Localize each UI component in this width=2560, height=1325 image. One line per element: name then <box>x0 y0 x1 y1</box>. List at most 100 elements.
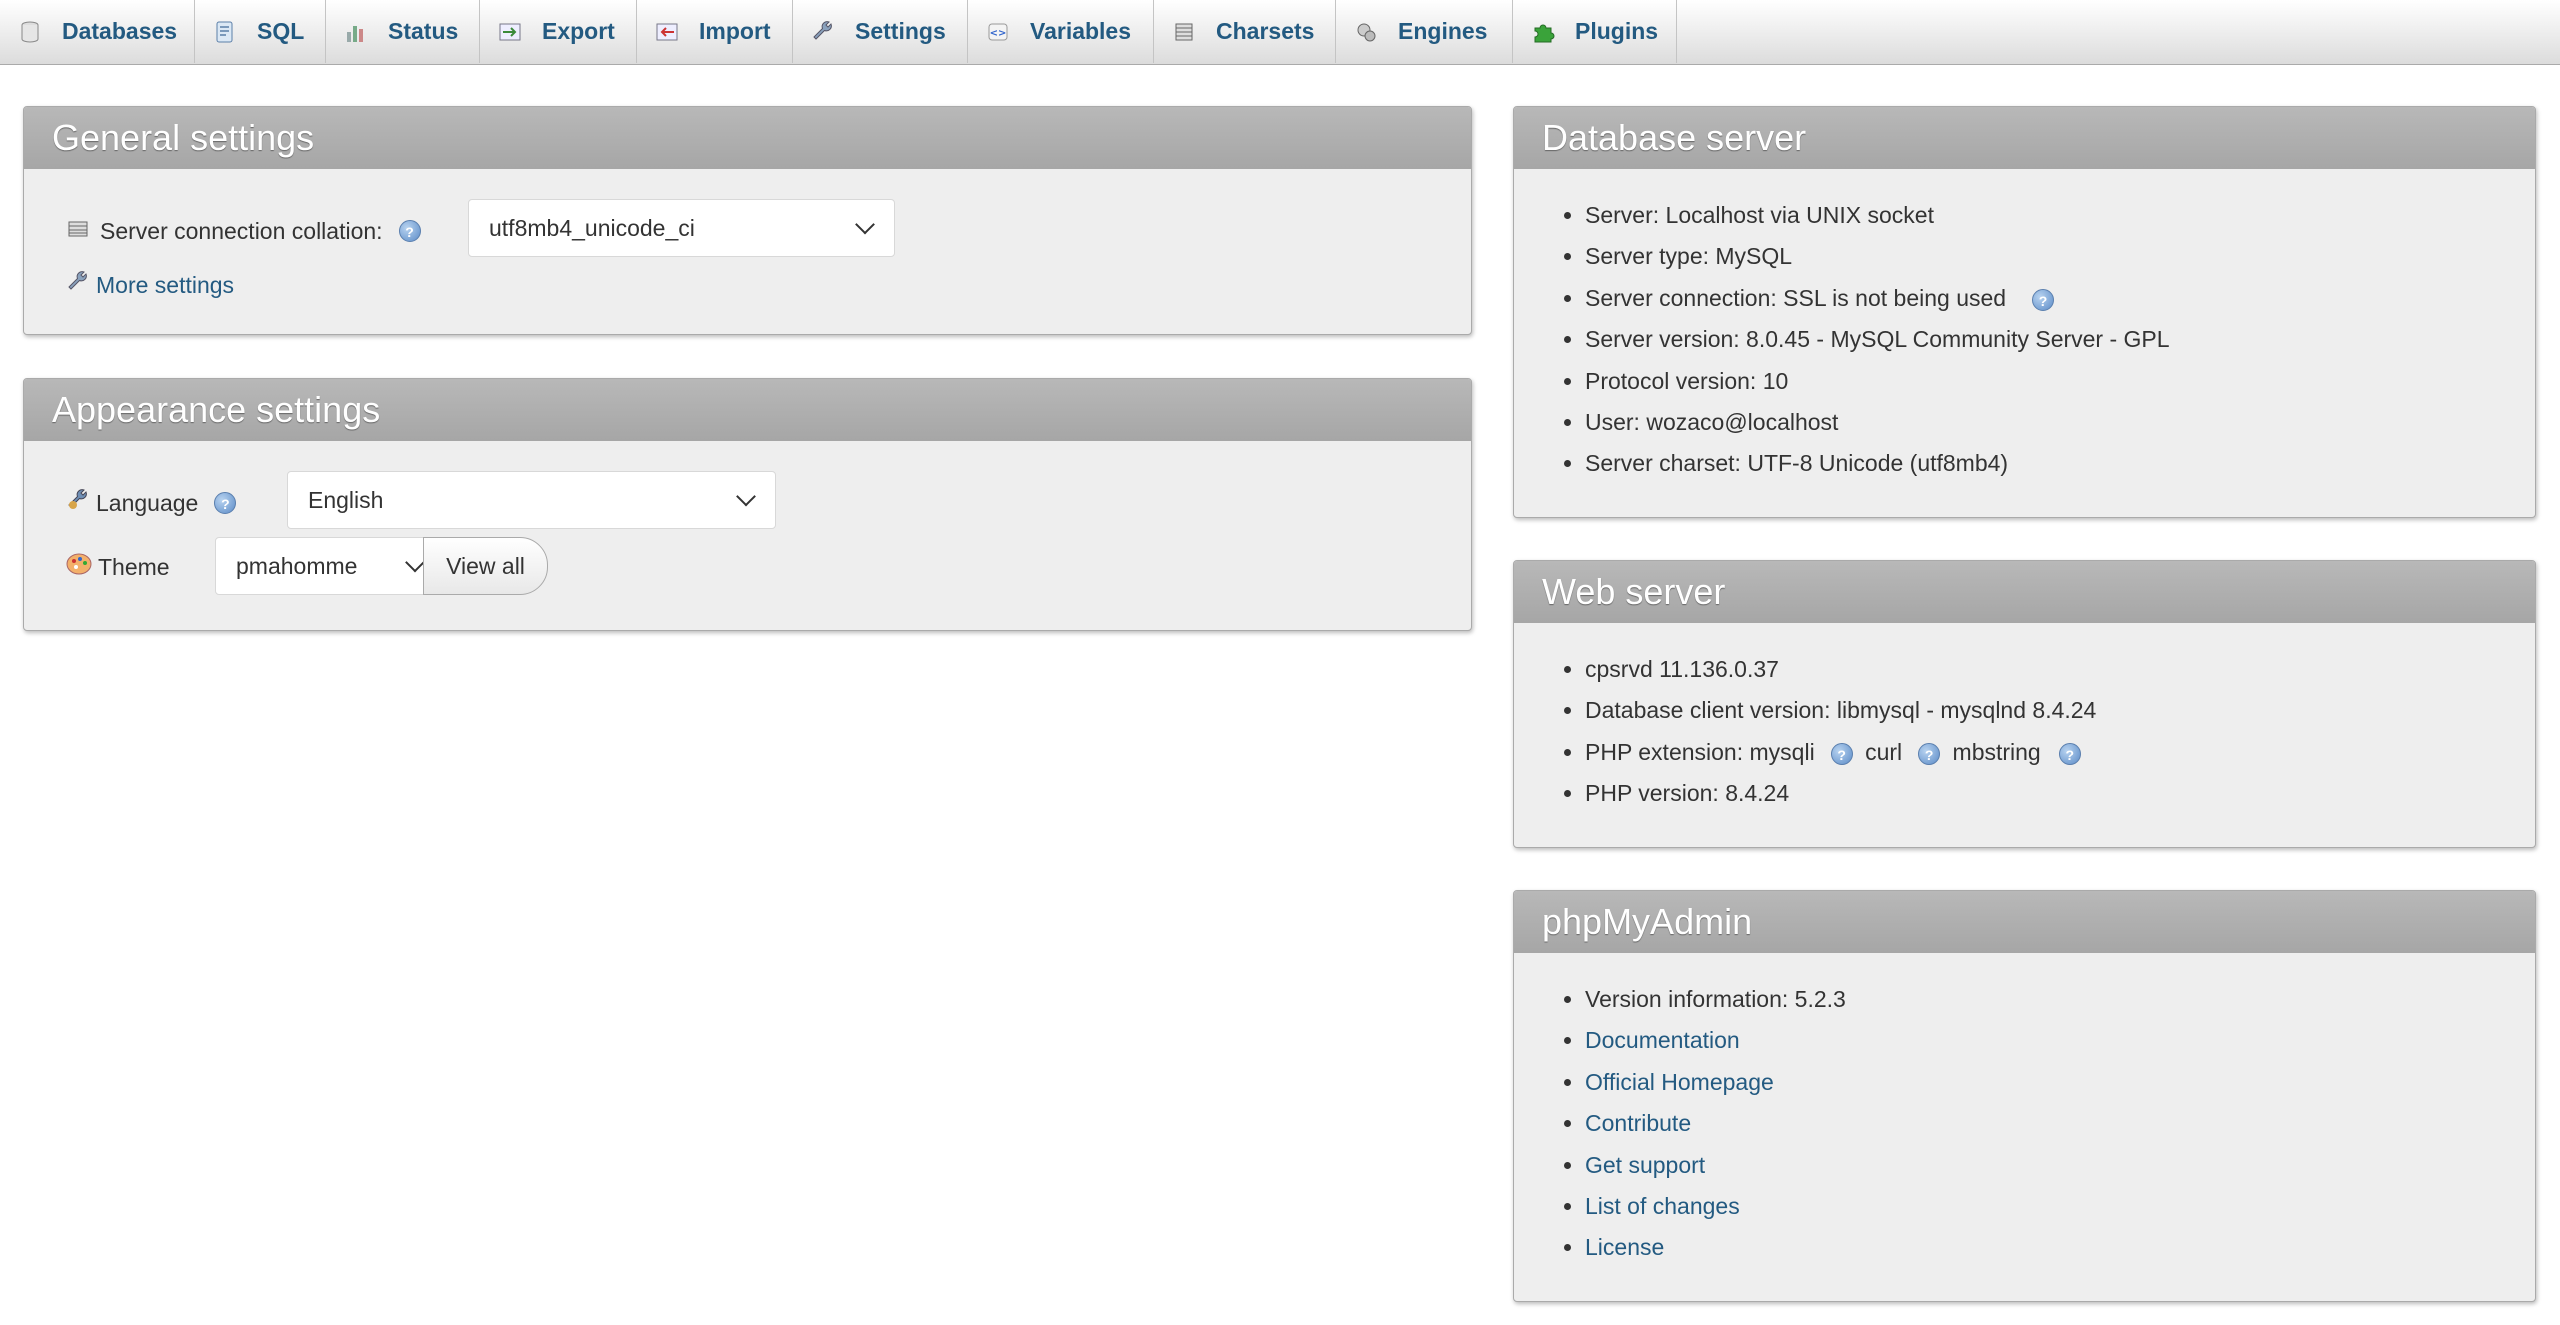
panel-title: Appearance settings <box>24 379 1471 441</box>
theme-select[interactable]: pmahomme <box>215 537 447 595</box>
web-server-list: cpsrvd 11.136.0.37 Database client versi… <box>1545 649 2096 815</box>
tab-label: Variables <box>1030 18 1132 44</box>
list-item: Server version: 8.0.45 - MySQL Community… <box>1585 319 2170 360</box>
status-icon <box>344 20 368 44</box>
list-item: Contribute <box>1585 1103 1846 1144</box>
list-item: Documentation <box>1585 1020 1846 1061</box>
tab-charsets[interactable]: Charsets <box>1154 0 1336 63</box>
engines-icon <box>1354 20 1378 44</box>
tab-engines[interactable]: Engines <box>1336 0 1513 63</box>
wrench-icon <box>66 270 90 300</box>
language-value: English <box>308 486 384 513</box>
database-server-panel: Database server Server: Localhost via UN… <box>1513 106 2536 518</box>
tab-export[interactable]: Export <box>480 0 637 63</box>
list-item: PHP version: 8.4.24 <box>1585 773 2096 814</box>
list-item: List of changes <box>1585 1186 1846 1227</box>
help-icon[interactable]: ? <box>2058 742 2081 765</box>
phpmyadmin-panel: phpMyAdmin Version information: 5.2.3 Do… <box>1513 890 2536 1302</box>
more-settings-link[interactable]: More settings <box>66 265 234 305</box>
contribute-link[interactable]: Contribute <box>1585 1110 1691 1136</box>
panel-title: Web server <box>1514 561 2535 623</box>
top-nav-tabs: Databases SQL Status Export Import Setti… <box>0 0 2560 65</box>
collation-row: Server connection collation: ? <box>68 211 421 251</box>
variables-icon: <> <box>986 20 1010 44</box>
list-item: Server connection: SSL is not being used… <box>1585 278 2170 319</box>
tab-plugins[interactable]: Plugins <box>1513 0 1677 63</box>
license-link[interactable]: License <box>1585 1234 1664 1260</box>
tab-status[interactable]: Status <box>326 0 480 63</box>
import-icon <box>655 20 679 44</box>
puzzle-icon <box>1531 20 1555 44</box>
list-item: Version information: 5.2.3 <box>1585 979 1846 1020</box>
tab-variables[interactable]: <> Variables <box>968 0 1154 63</box>
tab-databases[interactable]: Databases <box>0 0 195 63</box>
php-extension-mbstring: mbstring <box>1952 738 2041 765</box>
panel-title: Database server <box>1514 107 2535 169</box>
list-item: Server: Localhost via UNIX socket <box>1585 195 2170 236</box>
theme-value: pmahomme <box>236 552 358 579</box>
get-support-link[interactable]: Get support <box>1585 1152 1705 1178</box>
collation-select[interactable]: utf8mb4_unicode_ci <box>468 199 895 257</box>
wrench-icon <box>811 20 835 44</box>
database-icon <box>18 20 42 44</box>
appearance-settings-panel: Appearance settings Language ? English T… <box>23 378 1472 631</box>
tab-import[interactable]: Import <box>637 0 793 63</box>
list-item: User: wozaco@localhost <box>1585 402 2170 443</box>
view-all-button[interactable]: View all <box>423 537 548 595</box>
panel-title: phpMyAdmin <box>1514 891 2535 953</box>
list-item: License <box>1585 1227 1846 1268</box>
panel-title: General settings <box>24 107 1471 169</box>
web-server-panel: Web server cpsrvd 11.136.0.37 Database c… <box>1513 560 2536 848</box>
tab-label: Settings <box>855 18 946 44</box>
palette-icon <box>66 552 92 582</box>
tab-label: Charsets <box>1216 18 1315 44</box>
theme-row: Theme <box>66 547 170 587</box>
official-homepage-link[interactable]: Official Homepage <box>1585 1069 1774 1095</box>
list-item-text: Server connection: SSL is not being used <box>1585 284 2007 311</box>
list-item: Server type: MySQL <box>1585 236 2170 277</box>
help-icon[interactable]: ? <box>214 492 237 514</box>
list-of-changes-link[interactable]: List of changes <box>1585 1193 1740 1219</box>
language-select[interactable]: English <box>287 471 776 529</box>
tab-settings[interactable]: Settings <box>793 0 968 63</box>
tab-label: Plugins <box>1575 18 1659 44</box>
tab-label: Databases <box>62 18 178 44</box>
help-icon[interactable]: ? <box>1918 742 1941 765</box>
tab-label: Engines <box>1398 18 1488 44</box>
language-icon <box>66 488 90 518</box>
language-row: Language ? <box>66 483 237 523</box>
list-item: Protocol version: 10 <box>1585 361 2170 402</box>
svg-text:<>: <> <box>990 28 1007 39</box>
collation-value: utf8mb4_unicode_ci <box>489 214 695 241</box>
list-item: Database client version: libmysql - mysq… <box>1585 690 2096 731</box>
charsets-icon <box>1172 20 1196 44</box>
list-item: cpsrvd 11.136.0.37 <box>1585 649 2096 690</box>
collation-icon <box>68 218 88 245</box>
list-item: PHP extension: mysqli? curl? mbstring? <box>1585 732 2096 773</box>
list-item: Get support <box>1585 1145 1846 1186</box>
chevron-down-icon <box>405 552 425 573</box>
documentation-link[interactable]: Documentation <box>1585 1027 1740 1053</box>
php-extension-text: PHP extension: mysqli <box>1585 738 1815 765</box>
export-icon <box>498 20 522 44</box>
help-icon[interactable]: ? <box>1830 742 1853 765</box>
tab-label: SQL <box>257 18 305 44</box>
help-icon[interactable]: ? <box>398 220 421 242</box>
database-server-list: Server: Localhost via UNIX socket Server… <box>1545 195 2170 485</box>
tab-sql[interactable]: SQL <box>195 0 326 63</box>
tab-label: Export <box>542 18 615 44</box>
general-settings-panel: General settings Server connection colla… <box>23 106 1472 335</box>
sql-icon <box>213 20 237 44</box>
language-label: Language <box>96 489 199 516</box>
chevron-down-icon <box>736 486 756 507</box>
list-item: Server charset: UTF-8 Unicode (utf8mb4) <box>1585 443 2170 484</box>
theme-label: Theme <box>98 553 170 580</box>
tab-label: Status <box>388 18 459 44</box>
list-item: Official Homepage <box>1585 1062 1846 1103</box>
help-icon[interactable]: ? <box>2032 288 2055 311</box>
phpmyadmin-list: Version information: 5.2.3 Documentation… <box>1545 979 1846 1269</box>
chevron-down-icon <box>855 214 875 235</box>
tab-label: Import <box>699 18 771 44</box>
php-extension-curl: curl <box>1865 738 1903 765</box>
more-settings-label[interactable]: More settings <box>96 272 234 299</box>
